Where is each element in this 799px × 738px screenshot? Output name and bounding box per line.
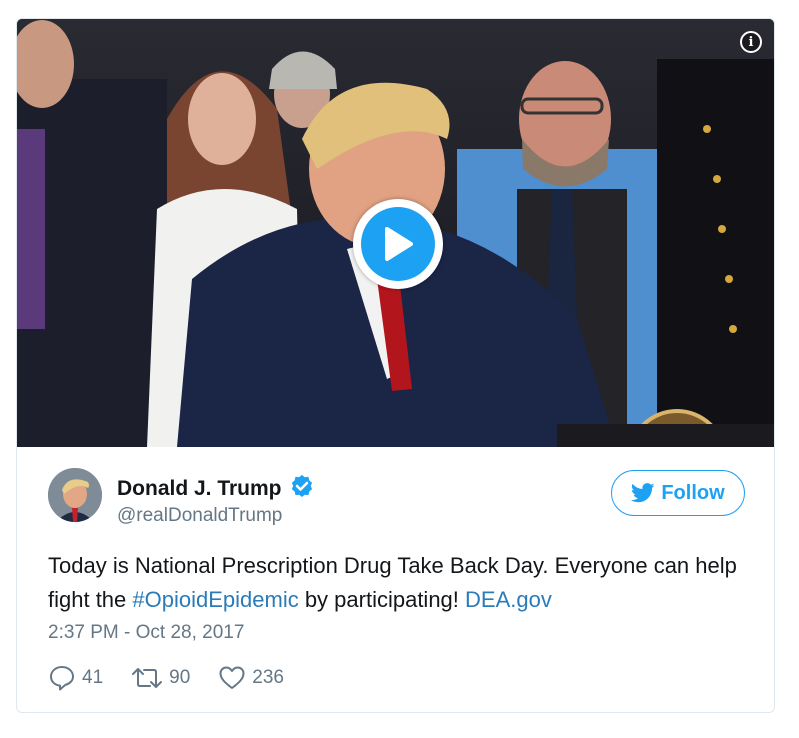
play-button[interactable] <box>353 199 443 289</box>
author-handle[interactable]: @realDonaldTrump <box>117 503 314 529</box>
info-icon: i <box>748 34 754 50</box>
reply-button[interactable]: 41 <box>48 664 103 692</box>
url-link[interactable]: DEA.gov <box>465 587 552 612</box>
retweet-count: 90 <box>169 667 191 688</box>
info-button[interactable]: i <box>740 31 762 53</box>
twitter-bird-icon <box>631 483 655 503</box>
author-block: Donald J. Trump @realDonaldTrump <box>117 474 314 529</box>
tweet-card: i Donald J. Trump @realDonaldTrump Follo… <box>16 18 775 713</box>
tweet-text: Today is National Prescription Drug Take… <box>48 549 748 617</box>
hashtag-link[interactable]: #OpioidEpidemic <box>132 587 298 612</box>
heart-icon <box>219 666 245 689</box>
like-count: 236 <box>252 667 284 688</box>
tweet-actions: 41 90 236 <box>48 663 312 693</box>
reply-count: 41 <box>82 667 104 688</box>
author-name[interactable]: Donald J. Trump <box>117 477 282 500</box>
avatar[interactable] <box>48 468 102 522</box>
retweet-icon <box>132 668 163 688</box>
tweet-header: Donald J. Trump @realDonaldTrump Follow <box>48 468 748 528</box>
retweet-button[interactable]: 90 <box>131 665 190 691</box>
tweet-text-part2: by participating! <box>298 587 466 612</box>
verified-badge-icon <box>290 474 314 503</box>
reply-icon <box>50 666 74 691</box>
like-button[interactable]: 236 <box>218 665 284 691</box>
follow-button[interactable]: Follow <box>611 470 745 516</box>
tweet-timestamp[interactable]: 2:37 PM - Oct 28, 2017 <box>48 622 244 644</box>
video-thumbnail[interactable]: i <box>17 19 774 447</box>
follow-label: Follow <box>661 481 725 504</box>
play-icon <box>361 207 435 281</box>
